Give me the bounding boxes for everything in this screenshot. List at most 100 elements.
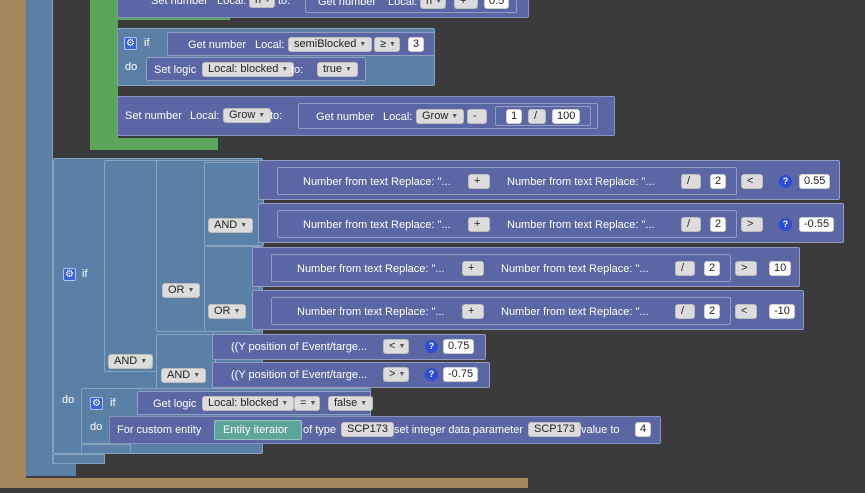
help-icon[interactable]: ? [779, 218, 792, 231]
minus-dropdown[interactable]: - [467, 109, 487, 124]
true-dropdown[interactable]: true ▼ [317, 62, 358, 77]
plus-dropdown[interactable]: + [462, 261, 484, 276]
help-icon[interactable]: ? [425, 340, 438, 353]
ypos-row-1[interactable]: ((Y position of Event/targe... < ▼ ? 0.75 [212, 334, 486, 360]
cmp-dropdown[interactable]: > ▼ [383, 367, 409, 382]
eq-dropdown[interactable]: = ▼ [294, 396, 320, 411]
if-semiblocked-block[interactable]: ⚙ if do Get number Local: semiBlocked ▼ ≥… [117, 28, 435, 86]
divide-block[interactable]: Number from text Replace: "... + Number … [277, 210, 737, 238]
number-from-text-b: Number from text Replace: "... [507, 176, 655, 188]
ypos-row-2[interactable]: ((Y position of Event/targe... > ▼ ? -0.7… [212, 362, 490, 388]
compare-block[interactable]: Get number Local: semiBlocked ▼ ≥ ▼ 3 [167, 32, 435, 56]
to-label: to: [291, 64, 304, 76]
compare-row-3[interactable]: Number from text Replace: "... + Number … [252, 247, 800, 287]
cmp-dropdown[interactable]: > [735, 261, 757, 276]
gear-icon[interactable]: ⚙ [90, 397, 103, 410]
value-input[interactable]: 0.75 [443, 339, 475, 354]
value-input[interactable]: 4 [635, 422, 652, 437]
two-input[interactable]: 2 [710, 174, 727, 189]
do-label: do [62, 394, 75, 406]
help-icon[interactable]: ? [779, 175, 792, 188]
two-input[interactable]: 2 [710, 217, 727, 232]
set-number-block-top[interactable]: Set number Local: n ▼ to: Get number Loca… [117, 0, 529, 18]
compare-row-1[interactable]: Number from text Replace: "... + Number … [258, 160, 840, 200]
var-dropdown-2[interactable]: n ▼ [420, 0, 446, 9]
blocked-dropdown[interactable]: Local: blocked ▼ [202, 396, 295, 411]
plus-dropdown[interactable]: + [462, 304, 484, 319]
compare-row-4[interactable]: Number from text Replace: "... + Number … [252, 290, 804, 330]
to-label: to: [270, 110, 283, 122]
two-input[interactable]: 2 [704, 261, 721, 276]
value-input[interactable]: 0.55 [799, 174, 831, 189]
two-input[interactable]: 2 [704, 304, 721, 319]
divide-dropdown[interactable]: / [675, 261, 695, 276]
if-label: if [110, 397, 116, 409]
get-number-label: Get number [188, 39, 247, 51]
plus-dropdown[interactable]: + [468, 174, 490, 189]
cmp-dropdown[interactable]: < [735, 304, 757, 319]
divide-block[interactable]: Number from text Replace: "... + Number … [277, 167, 737, 195]
semiblocked-dropdown[interactable]: semiBlocked ▼ [288, 37, 373, 52]
get-number-block[interactable]: Get number Local: n ▼ + 0.5 [305, 0, 517, 13]
and-dropdown-3[interactable]: AND ▼ [161, 368, 207, 383]
or-dropdown-2[interactable]: OR ▼ [208, 304, 247, 319]
divide-block[interactable]: 1 / 100 [495, 106, 591, 126]
blocked-dropdown[interactable]: Local: blocked ▼ [202, 62, 295, 77]
set-grow-block[interactable]: Set number Local: Grow ▼ to: Get number L… [117, 96, 615, 136]
event-block-left-bar [0, 0, 26, 488]
and-dropdown-2[interactable]: AND ▼ [208, 218, 254, 233]
divide-dropdown[interactable]: / [675, 304, 695, 319]
if-label: if [144, 37, 150, 49]
set-param-label: set integer data parameter [394, 424, 524, 436]
for-custom-entity-block[interactable]: For custom entity Entity iterator of typ… [109, 416, 661, 444]
entity-iterator-block[interactable]: Entity iterator [214, 420, 302, 440]
compare-row-2[interactable]: Number from text Replace: "... + Number … [258, 203, 844, 243]
value-input[interactable]: 3 [408, 37, 425, 52]
local-label-2: Local: [388, 0, 418, 8]
number-from-text-a: Number from text Replace: "... [297, 306, 445, 318]
grow-dropdown[interactable]: Grow ▼ [223, 108, 272, 123]
op-dropdown[interactable]: + [454, 0, 478, 9]
divide-dropdown[interactable]: / [681, 217, 701, 232]
for-custom-label: For custom entity [117, 424, 202, 436]
value-input[interactable]: -10 [769, 304, 795, 319]
op-dropdown[interactable]: ≥ ▼ [374, 37, 400, 52]
set-logic-block[interactable]: Set logic Local: blocked ▼ to: true ▼ [146, 57, 366, 81]
gear-icon[interactable]: ⚙ [124, 37, 137, 50]
cmp-dropdown[interactable]: < ▼ [383, 339, 409, 354]
value-input[interactable]: 10 [769, 261, 792, 276]
var-dropdown[interactable]: n ▼ [249, 0, 275, 8]
cmp-dropdown[interactable]: < [741, 174, 763, 189]
and-dropdown[interactable]: AND ▼ [108, 354, 154, 369]
value-input[interactable]: -0.75 [443, 367, 479, 382]
number-from-text-b: Number from text Replace: "... [507, 219, 655, 231]
cmp-dropdown[interactable]: > [741, 217, 763, 232]
value-input[interactable]: 0.5 [484, 0, 510, 9]
plus-dropdown[interactable]: + [468, 217, 490, 232]
one-input[interactable]: 1 [506, 109, 523, 124]
divide-block[interactable]: Number from text Replace: "... + Number … [271, 254, 731, 282]
number-from-text-b: Number from text Replace: "... [501, 306, 649, 318]
type-dropdown[interactable]: SCP173 [341, 422, 394, 437]
value-input[interactable]: -0.55 [799, 217, 835, 232]
get-number-block[interactable]: Get number Local: Grow ▼ - 1 / 100 [298, 103, 598, 129]
false-dropdown[interactable]: false ▼ [328, 396, 374, 411]
to-label: to: [278, 0, 291, 7]
divide-dropdown[interactable]: / [681, 174, 701, 189]
hundred-input[interactable]: 100 [552, 109, 581, 124]
number-from-text-b: Number from text Replace: "... [501, 263, 649, 275]
main-if-foot [53, 454, 105, 464]
divide-block[interactable]: Number from text Replace: "... + Number … [271, 297, 731, 325]
and-block-ypos[interactable]: AND ▼ [156, 334, 216, 390]
gear-icon[interactable]: ⚙ [63, 268, 76, 281]
divide-dropdown[interactable]: / [528, 109, 546, 124]
or-dropdown[interactable]: OR ▼ [162, 283, 201, 298]
grow-dropdown-2[interactable]: Grow ▼ [416, 109, 465, 124]
inner-if-foot [81, 444, 131, 454]
help-icon[interactable]: ? [425, 368, 438, 381]
param-dropdown[interactable]: SCP173 [528, 422, 581, 437]
compare-block[interactable]: Get logic Local: blocked ▼ = ▼ false ▼ [137, 391, 374, 415]
get-logic-label: Get logic [153, 398, 197, 410]
and-block-inner[interactable]: AND ▼ [204, 162, 264, 246]
outer-logic-foot [26, 464, 76, 476]
